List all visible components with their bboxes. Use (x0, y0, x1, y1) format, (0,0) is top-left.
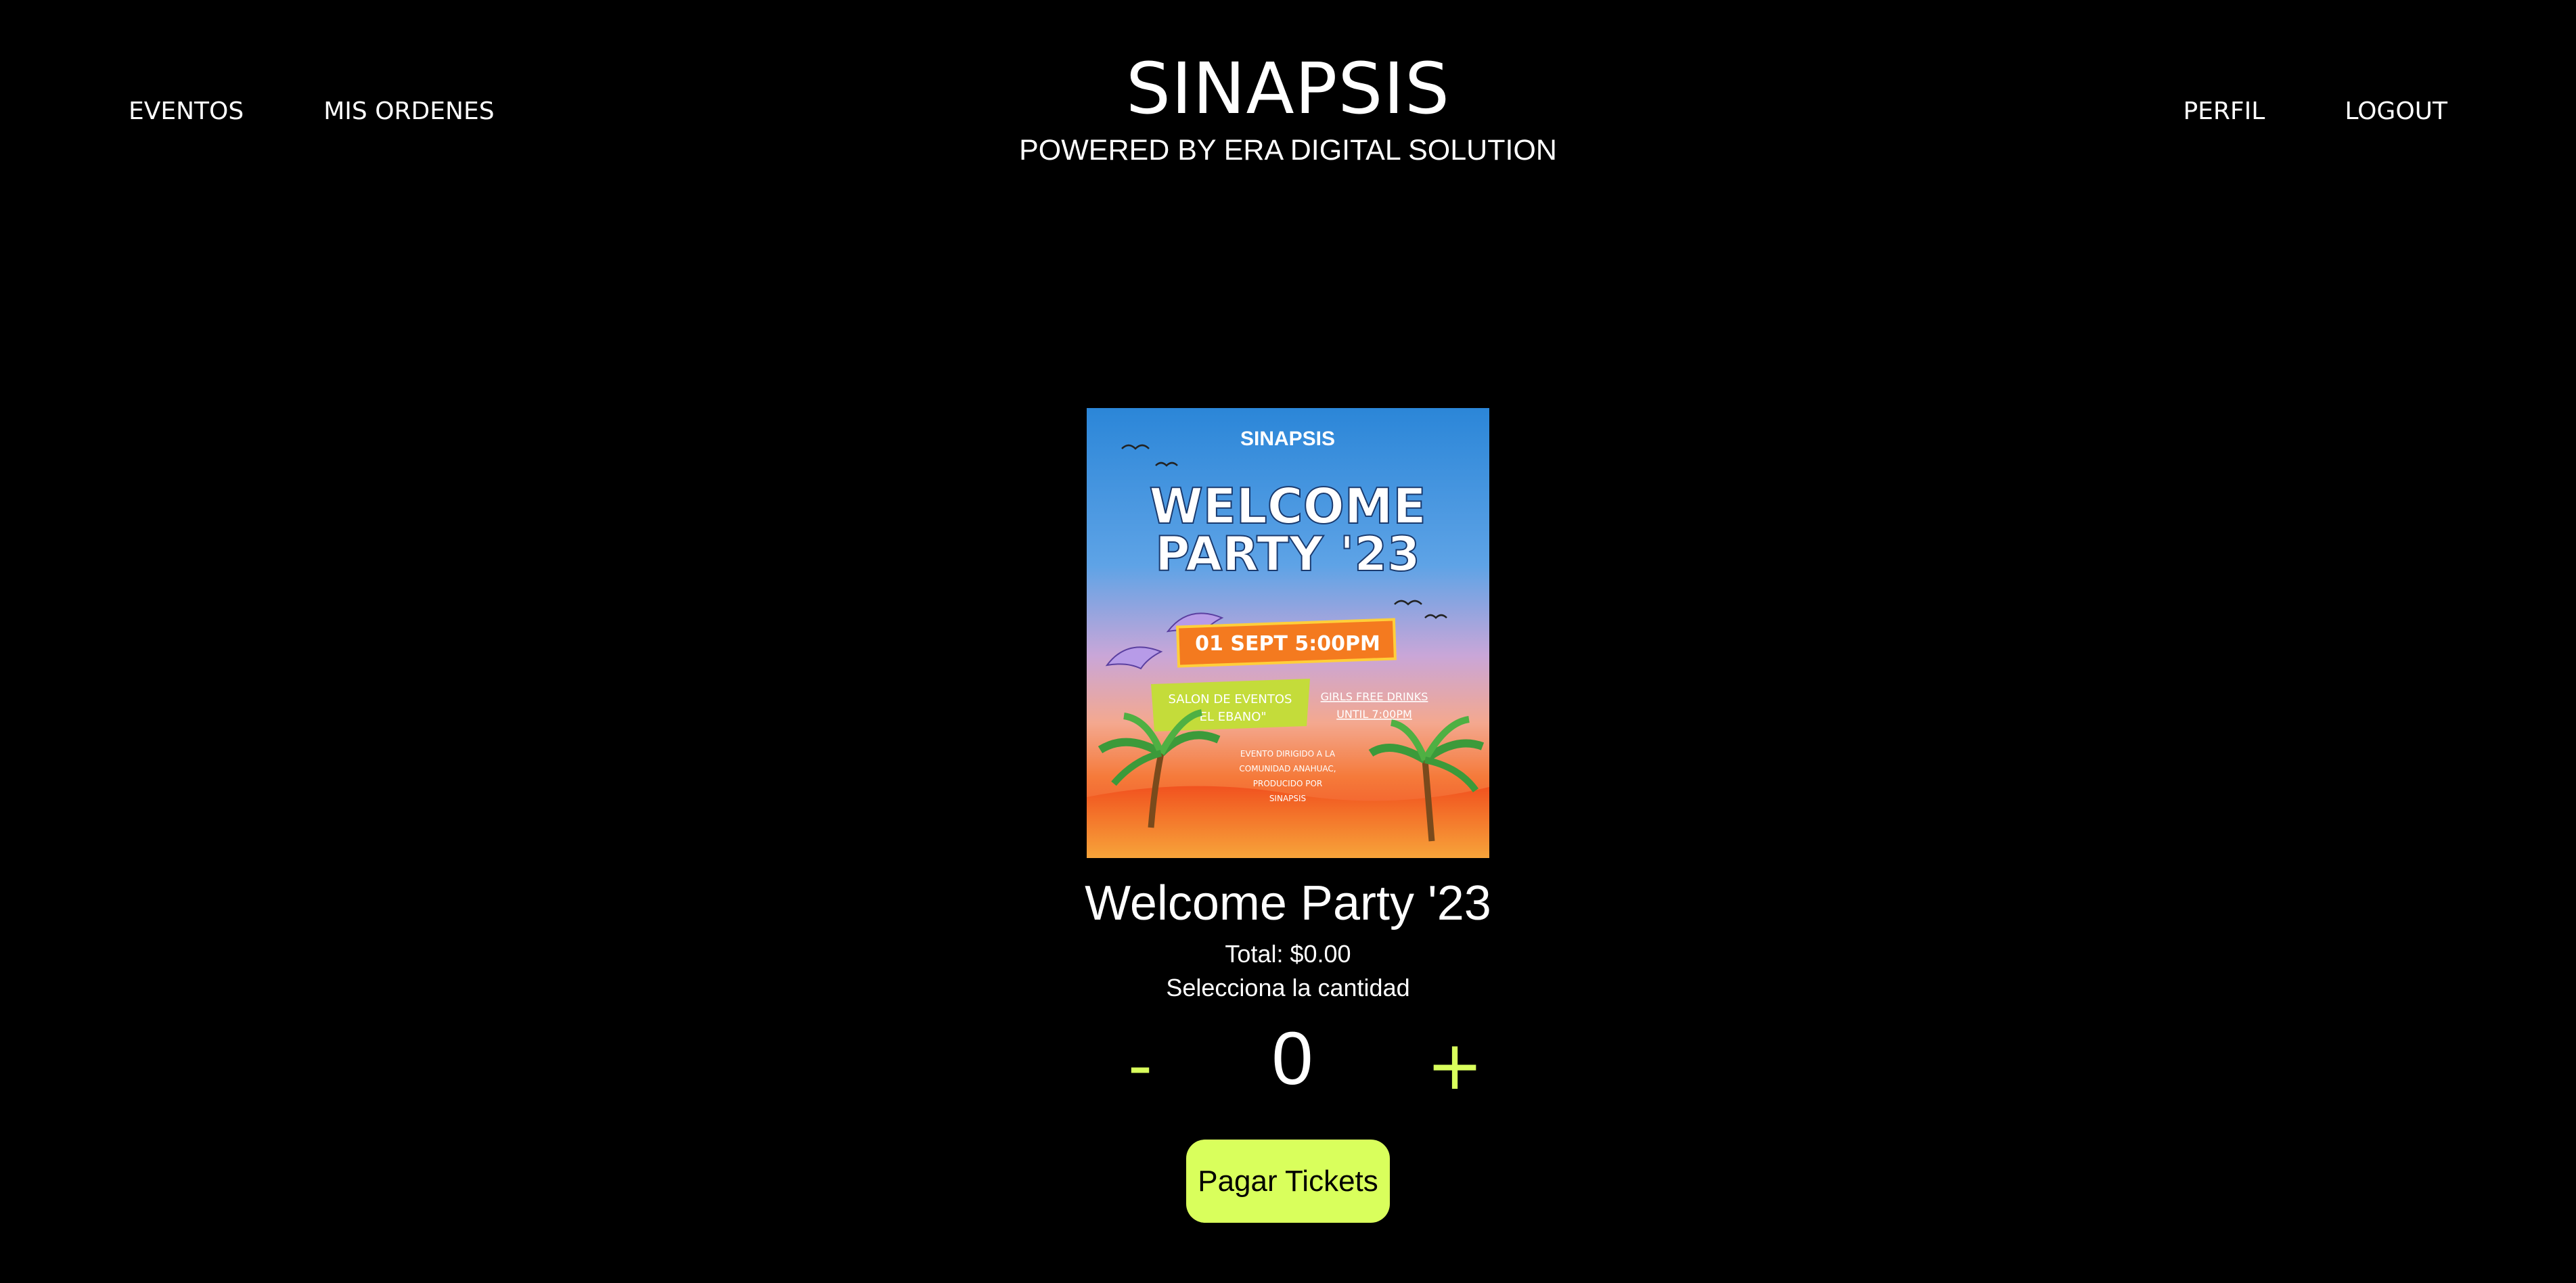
quantity-label: Selecciona la cantidad (1166, 974, 1410, 1001)
account-nav: PERFIL LOGOUT (2183, 95, 2447, 129)
poster-artwork: SINAPSIS WELCOME PARTY '23 01 SEPT 5:00P… (1087, 408, 1489, 858)
poster-date-banner: 01 SEPT 5:00PM (1195, 632, 1380, 656)
poster-venue-line2: "EL EBANO" (1194, 710, 1266, 724)
poster-drinks-line1: GIRLS FREE DRINKS (1321, 690, 1428, 703)
nav-logout-link[interactable]: LOGOUT (2345, 95, 2447, 129)
poster-footer-line1: EVENTO DIRIGIDO A LA (1240, 749, 1336, 759)
event-poster-image: SINAPSIS WELCOME PARTY '23 01 SEPT 5:00P… (1087, 408, 1489, 858)
order-total: Total: $0.00 (1225, 940, 1351, 968)
pay-tickets-button[interactable]: Pagar Tickets (1186, 1140, 1390, 1223)
poster-drinks-line2: UNTIL 7:00PM (1336, 708, 1412, 721)
poster-venue-line1: SALON DE EVENTOS (1169, 692, 1292, 706)
poster-footer-line4: SINAPSIS (1269, 794, 1306, 803)
quantity-stepper: - 0 + (1096, 1015, 1483, 1105)
nav-perfil-link[interactable]: PERFIL (2183, 95, 2265, 129)
increase-quantity-button[interactable]: + (1424, 1022, 1485, 1110)
poster-footer-line3: PRODUCIDO POR (1253, 779, 1322, 788)
brand-subtitle: POWERED BY ERA DIGITAL SOLUTION (1019, 134, 1557, 166)
poster-headline-line2: PARTY '23 (1155, 526, 1420, 582)
poster-footer-line2: COMUNIDAD ANAHUAC, (1239, 764, 1336, 773)
poster-brand-text: SINAPSIS (1240, 428, 1335, 450)
quantity-value: 0 (1271, 1017, 1313, 1100)
decrease-quantity-button[interactable]: - (1110, 1022, 1171, 1110)
event-title: Welcome Party '23 (1085, 876, 1491, 930)
